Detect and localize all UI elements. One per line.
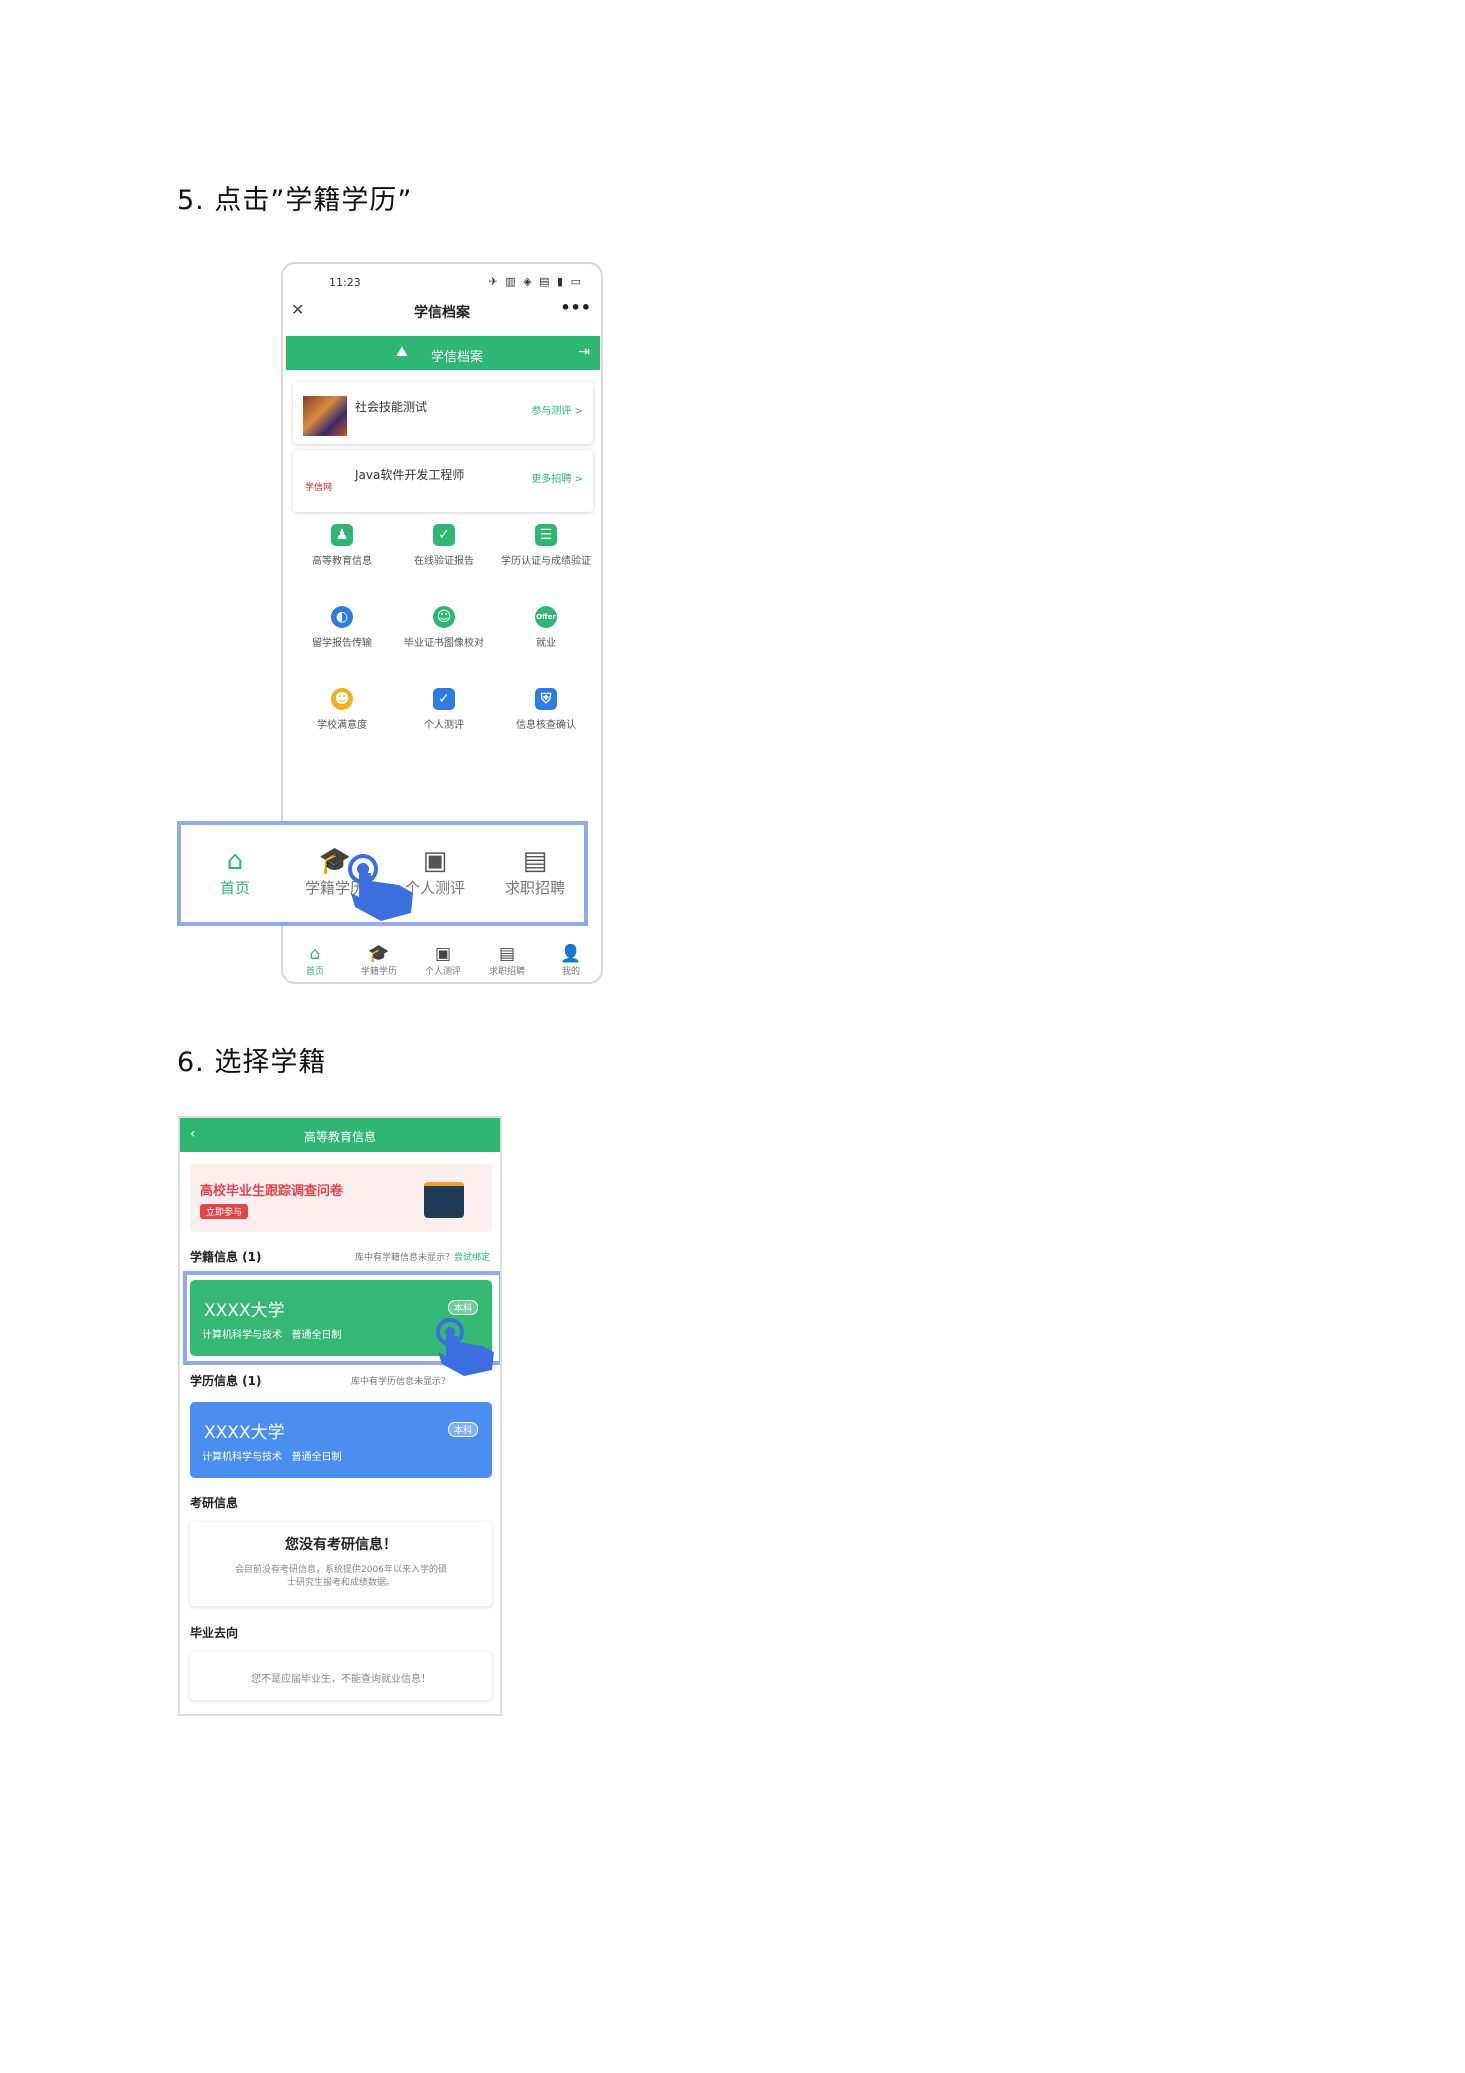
callout-nav-jobs[interactable]: ▤ 求职招聘: [485, 845, 585, 898]
id-card-icon: ☰: [535, 524, 557, 546]
grid-label: 个人测评: [424, 720, 464, 731]
user-shield-icon: ⛨: [535, 688, 557, 710]
promo-link[interactable]: 参与测评 >: [531, 402, 583, 417]
logout-icon[interactable]: ⇥: [578, 344, 590, 360]
banner-tag[interactable]: 立即参与: [200, 1204, 249, 1219]
briefcase-icon: ▤: [522, 846, 548, 876]
page-title: 高等教育信息: [303, 1130, 376, 1144]
offer-icon: Offer: [535, 606, 557, 628]
kaoyan-desc-2: 士研究生报考和成绩数据。: [286, 1578, 395, 1588]
school-name: XXXX大学: [204, 1423, 285, 1443]
nav-xueji[interactable]: 🎓 学籍学历: [347, 944, 411, 977]
more-icon[interactable]: •••: [560, 298, 591, 317]
callout-nav-home[interactable]: ⌂ 首页: [185, 845, 285, 898]
xueji-hint-text: 库中有学籍信息未显示？: [354, 1253, 454, 1263]
school-major: 计算机科学与技术 普通全日制: [202, 1448, 342, 1463]
quxiang-section-label: 毕业去向: [190, 1626, 239, 1640]
xueji-hint: 库中有学籍信息未显示？尝试绑定: [355, 1250, 490, 1263]
xueli-section-label: 学历信息 (1): [190, 1374, 262, 1388]
bottom-nav-zoom-callout: ⌂ 首页 🎓 学籍学历 ▣ 个人测评 ▤ 求职招聘: [177, 821, 588, 926]
callout-nav-label: 求职招聘: [504, 879, 565, 897]
phone-screenshot-edu-info: ‹ 高等教育信息 高校毕业生跟踪调查问卷 立即参与 学籍信息 (1) 库中有学籍…: [178, 1116, 502, 1716]
xueji-section-label: 学籍信息 (1): [190, 1250, 262, 1264]
callout-nav-label: 首页: [219, 879, 250, 897]
quxiang-desc: 您不是应届毕业生，不能查询就业信息！: [251, 1674, 431, 1685]
status-time: 11:23: [329, 276, 361, 289]
user-check-icon: ☺: [433, 606, 455, 628]
nav-label: 个人测评: [424, 967, 461, 977]
app-title: 学信档案: [414, 305, 470, 321]
xueli-hint: 库中有学历信息未显示？: [350, 1377, 450, 1387]
nav-jobs[interactable]: ▤ 求职招聘: [475, 944, 539, 977]
step-6-heading: 6. 选择学籍: [177, 1047, 327, 1078]
survey-banner[interactable]: 高校毕业生跟踪调查问卷 立即参与: [190, 1164, 492, 1232]
briefcase-icon: [424, 1182, 464, 1218]
level-badge: 本科: [447, 1422, 478, 1437]
app-title-bar: ✕ 学信档案 •••: [283, 296, 601, 326]
grid-item-diploma[interactable]: ☺ 毕业证书图像校对: [393, 606, 495, 649]
status-icons: ✈ ▥ ◈ ▤ ▮ ▭: [488, 275, 583, 288]
type-text: 普通全日制: [291, 1452, 342, 1463]
grid-item-online-report[interactable]: ✓ 在线验证报告: [393, 524, 495, 567]
job-link[interactable]: 更多招聘 >: [531, 470, 583, 485]
briefcase-icon: ▤: [498, 944, 516, 964]
kaoyan-desc-1: 会目前没有考研信息，系统提供2006年以来入学的硕: [235, 1565, 447, 1575]
page-header: ‹ 高等教育信息: [180, 1118, 500, 1152]
smile-icon: ☻: [331, 688, 353, 710]
grid-label: 学校满意度: [317, 720, 367, 731]
kaoyan-section-label: 考研信息: [190, 1496, 239, 1510]
bottom-nav: ⌂ 首页 🎓 学籍学历 ▣ 个人测评 ▤ 求职招聘 👤 我的: [283, 944, 601, 982]
grid-item-cert[interactable]: ☰ 学历认证与成绩验证: [495, 524, 597, 567]
quxiang-box: 您不是应届毕业生，不能查询就业信息！: [190, 1652, 492, 1700]
bind-link[interactable]: 尝试绑定: [454, 1253, 490, 1263]
clipboard-icon: ▣: [434, 944, 452, 964]
brand-header: ⛰ 学信档案 ⇥: [286, 336, 600, 370]
grid-item-satisfaction[interactable]: ☻ 学校满意度: [291, 688, 393, 731]
globe-icon: ◐: [331, 606, 353, 628]
grid-item-employment[interactable]: Offer 就业: [495, 606, 597, 649]
tap-hand-icon: [341, 853, 421, 934]
status-bar: 11:23 ✈ ▥ ◈ ▤ ▮ ▭: [283, 264, 601, 294]
grid-label: 留学报告传输: [312, 638, 372, 649]
banner-title: 高校毕业生跟踪调查问卷: [200, 1184, 344, 1199]
grid-label: 高等教育信息: [312, 556, 372, 567]
grid-item-assessment[interactable]: ✓ 个人测评: [393, 688, 495, 731]
user-icon: 👤: [560, 944, 582, 964]
shield-check-icon: ✓: [433, 524, 455, 546]
home-icon: ⌂: [309, 944, 321, 964]
promo-thumbnail: [303, 396, 347, 436]
graduation-cap-icon: 🎓: [368, 944, 390, 964]
promo-card-job[interactable]: 学信网 Java软件开发工程师 更多招聘 >: [293, 450, 593, 512]
grid-item-abroad[interactable]: ◐ 留学报告传输: [291, 606, 393, 649]
major-text: 计算机科学与技术: [202, 1452, 282, 1463]
brand-name: 学信档案: [431, 350, 484, 365]
step-5-heading: 5. 点击”学籍学历”: [177, 185, 413, 216]
promo-card-skill-test[interactable]: 社会技能测试 参与测评 >: [293, 382, 593, 444]
xueli-card[interactable]: XXXX大学 计算机科学与技术 普通全日制 本科: [190, 1402, 492, 1478]
clipboard-check-icon: ✓: [433, 688, 455, 710]
nav-home[interactable]: ⌂ 首页: [283, 944, 347, 977]
grid-label: 毕业证书图像校对: [404, 638, 484, 649]
grid-item-verify[interactable]: ⛨ 信息核查确认: [495, 688, 597, 731]
nav-label: 求职招聘: [488, 967, 525, 977]
nav-label: 首页: [305, 967, 324, 977]
kaoyan-box: 您没有考研信息！ 会目前没有考研信息，系统提供2006年以来入学的硕 士研究生报…: [190, 1522, 492, 1606]
grid-label: 就业: [536, 638, 556, 649]
mountain-logo-icon: ⛰: [396, 344, 408, 360]
kaoyan-title: 您没有考研信息！: [285, 1537, 397, 1553]
graduate-icon: ♟: [331, 524, 353, 546]
grid-item-higher-edu[interactable]: ♟ 高等教育信息: [291, 524, 393, 567]
nav-label: 学籍学历: [360, 967, 397, 977]
home-icon: ⌂: [226, 846, 244, 876]
grid-label: 信息核查确认: [516, 720, 576, 731]
promo-title: 社会技能测试: [355, 400, 428, 414]
nav-assessment[interactable]: ▣ 个人测评: [411, 944, 475, 977]
nav-me[interactable]: 👤 我的: [539, 944, 601, 977]
grid-label: 学历认证与成绩验证: [501, 556, 591, 567]
job-title: Java软件开发工程师: [355, 468, 465, 482]
xuexin-logo: 学信网: [305, 483, 333, 493]
grid-label: 在线验证报告: [414, 556, 474, 567]
nav-label: 我的: [561, 967, 580, 977]
